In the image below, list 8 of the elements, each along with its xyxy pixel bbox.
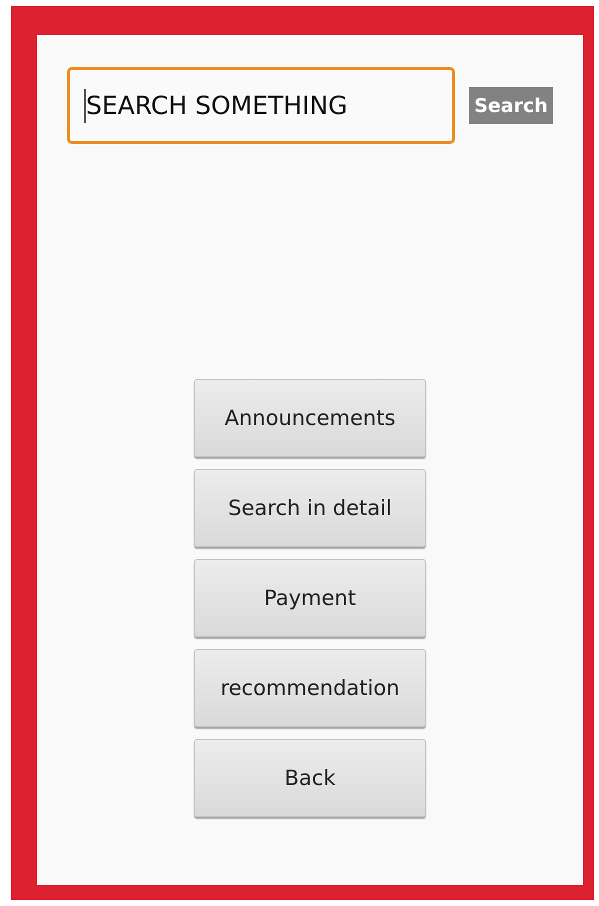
menu-button[interactable]: Announcements bbox=[194, 379, 426, 457]
menu-button[interactable]: Back bbox=[194, 739, 426, 817]
search-field[interactable]: SEARCH SOMETHING bbox=[67, 67, 455, 144]
text-cursor bbox=[84, 89, 86, 123]
menu-button[interactable]: Payment bbox=[194, 559, 426, 637]
search-button[interactable]: Search bbox=[469, 87, 553, 124]
menu-button[interactable]: Search in detail bbox=[194, 469, 426, 547]
menu-button[interactable]: recommendation bbox=[194, 649, 426, 727]
